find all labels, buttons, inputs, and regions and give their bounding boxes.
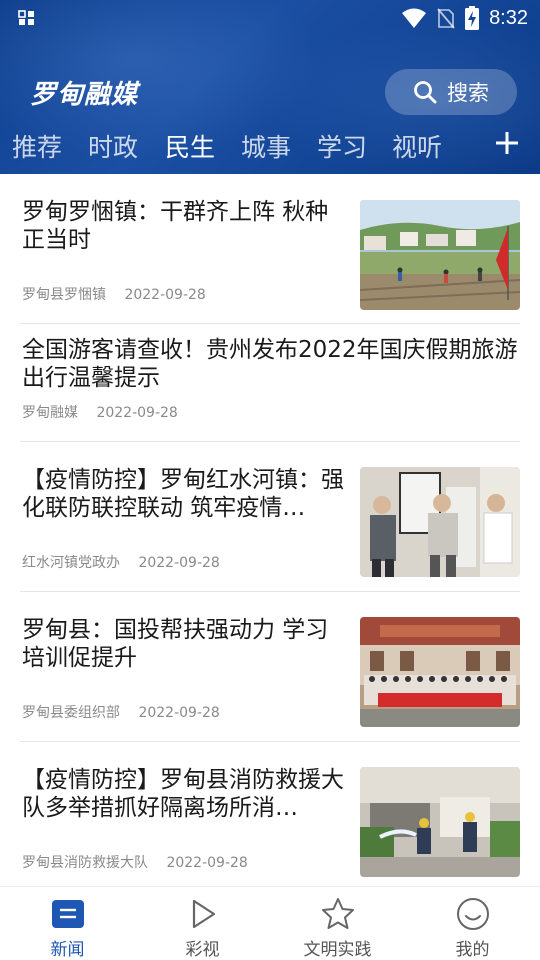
group-photo-banner (360, 617, 520, 727)
nav-video[interactable]: 彩视 (135, 887, 270, 960)
news-date: 2022-09-28 (138, 555, 220, 571)
news-meta: 罗甸县委组织部 2022-09-28 (22, 702, 220, 722)
news-source: 罗甸县消防救援大队 (22, 855, 148, 871)
news-thumbnail (360, 617, 520, 727)
news-meta: 罗甸融媒 2022-09-28 (22, 402, 178, 422)
tab-recommend[interactable]: 推荐 (12, 128, 62, 164)
nav-label: 新闻 (50, 940, 85, 960)
status-time: 8:32 (489, 6, 528, 29)
news-date: 2022-09-28 (124, 287, 206, 303)
news-date: 2022-09-28 (138, 705, 220, 721)
news-source: 罗甸县罗悃镇 (22, 287, 106, 303)
wifi-icon (402, 8, 427, 28)
tab-politics[interactable]: 时政 (88, 128, 138, 164)
tab-livelihood[interactable]: 民生 (165, 128, 215, 164)
app-logo: 罗甸融媒 (30, 80, 139, 110)
field-planting-photo (360, 200, 520, 310)
nav-label: 我的 (455, 940, 490, 960)
search-icon (414, 81, 437, 104)
app-header: 8:32 罗甸融媒 搜索 推荐 时政 民生 城事 学习 视听 (0, 0, 540, 174)
news-title: 【疫情防控】罗甸县消防救援大队多举措抓好隔离场所消… (22, 767, 344, 821)
officials-meeting-photo (360, 467, 520, 577)
news-icon (51, 900, 84, 928)
news-date: 2022-09-28 (166, 855, 248, 871)
news-title: 罗甸县：国投帮扶强动力 学习培训促提升 (22, 617, 329, 671)
battery-charging-icon (465, 6, 480, 30)
news-title: 【疫情防控】罗甸红水河镇：强化联防联控联动 筑牢疫情… (22, 467, 344, 521)
tab-video[interactable]: 视听 (392, 128, 442, 164)
news-source: 罗甸县委组织部 (22, 705, 120, 721)
firefighters-drill-photo (360, 767, 520, 877)
nav-news[interactable]: 新闻 (0, 887, 135, 960)
news-source: 红水河镇党政办 (22, 555, 120, 571)
no-sim-icon (437, 8, 455, 29)
news-item[interactable]: 【疫情防控】罗甸县消防救援大队多举措抓好隔离场所消… 罗甸县消防救援大队 202… (20, 742, 520, 886)
news-item[interactable]: 罗甸罗悃镇：干群齐上阵 秋种正当时 罗甸县罗悃镇 2022-09-28 (20, 174, 520, 324)
status-bar: 8:32 (0, 0, 540, 36)
news-item[interactable]: 【疫情防控】罗甸红水河镇：强化联防联控联动 筑牢疫情… 红水河镇党政办 2022… (20, 442, 520, 592)
smiley-icon (456, 898, 489, 930)
news-list: 罗甸罗悃镇：干群齐上阵 秋种正当时 罗甸县罗悃镇 2022-09-28 全国游客… (0, 174, 540, 886)
news-item[interactable]: 全国游客请查收！贵州发布2022年国庆假期旅游出行温馨提示 罗甸融媒 2022-… (20, 324, 520, 442)
news-thumbnail (360, 767, 520, 877)
news-date: 2022-09-28 (96, 405, 178, 421)
search-label: 搜索 (447, 81, 489, 105)
search-button[interactable]: 搜索 (385, 69, 517, 115)
tab-study[interactable]: 学习 (317, 128, 367, 164)
news-item[interactable]: 罗甸县：国投帮扶强动力 学习培训促提升 罗甸县委组织部 2022-09-28 (20, 592, 520, 742)
play-icon (192, 899, 215, 929)
news-source: 罗甸融媒 (22, 405, 78, 421)
tab-city[interactable]: 城事 (241, 128, 291, 164)
nav-label: 文明实践 (303, 940, 372, 960)
news-title: 全国游客请查收！贵州发布2022年国庆假期旅游出行温馨提示 (22, 337, 518, 391)
plus-icon[interactable] (494, 130, 520, 156)
category-tabs: 推荐 时政 民生 城事 学习 视听 (0, 122, 540, 168)
news-meta: 罗甸县罗悃镇 2022-09-28 (22, 284, 206, 304)
nav-civilization[interactable]: 文明实践 (270, 887, 405, 960)
news-title: 罗甸罗悃镇：干群齐上阵 秋种正当时 (22, 199, 329, 253)
bottom-navigation: 新闻 彩视 文明实践 我的 (0, 886, 540, 960)
news-thumbnail (360, 467, 520, 577)
nav-label: 彩视 (185, 940, 220, 960)
star-icon (321, 898, 354, 929)
news-meta: 罗甸县消防救援大队 2022-09-28 (22, 852, 248, 872)
news-thumbnail (360, 200, 520, 310)
nav-profile[interactable]: 我的 (405, 887, 540, 960)
news-meta: 红水河镇党政办 2022-09-28 (22, 552, 220, 572)
gallery-icon (18, 10, 34, 25)
